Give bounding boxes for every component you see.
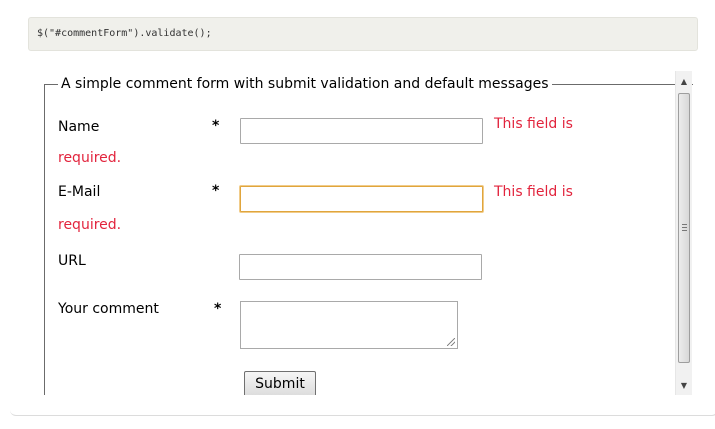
code-snippet: $("#commentForm").validate(); <box>28 17 698 51</box>
name-label: Name <box>58 119 100 135</box>
email-input[interactable] <box>240 186 483 212</box>
scrollbar-thumb[interactable] <box>678 93 690 363</box>
name-error-continued: required. <box>58 150 122 166</box>
name-error: This field is <box>494 116 573 132</box>
name-input[interactable] <box>240 118 483 144</box>
grip-icon <box>682 224 687 231</box>
comment-required-marker: * <box>214 301 222 317</box>
fieldset-legend: A simple comment form with submit valida… <box>58 75 552 93</box>
form-frame: A simple comment form with submit valida… <box>28 65 693 395</box>
arrow-down-icon[interactable]: ▼ <box>676 377 692 394</box>
email-error: This field is <box>494 184 573 200</box>
email-label: E-Mail <box>58 184 101 200</box>
name-required-marker: * <box>212 118 220 134</box>
url-input[interactable] <box>239 254 482 280</box>
email-required-marker: * <box>212 183 220 199</box>
url-label: URL <box>58 253 86 269</box>
comment-label: Your comment <box>58 301 159 317</box>
submit-button[interactable]: Submit <box>244 371 316 395</box>
email-error-continued: required. <box>58 217 122 233</box>
vertical-scrollbar[interactable]: ▲ ▼ <box>675 71 692 395</box>
resize-grip-icon[interactable] <box>447 338 455 346</box>
comment-textarea[interactable] <box>240 301 458 349</box>
arrow-up-icon[interactable]: ▲ <box>676 73 692 90</box>
